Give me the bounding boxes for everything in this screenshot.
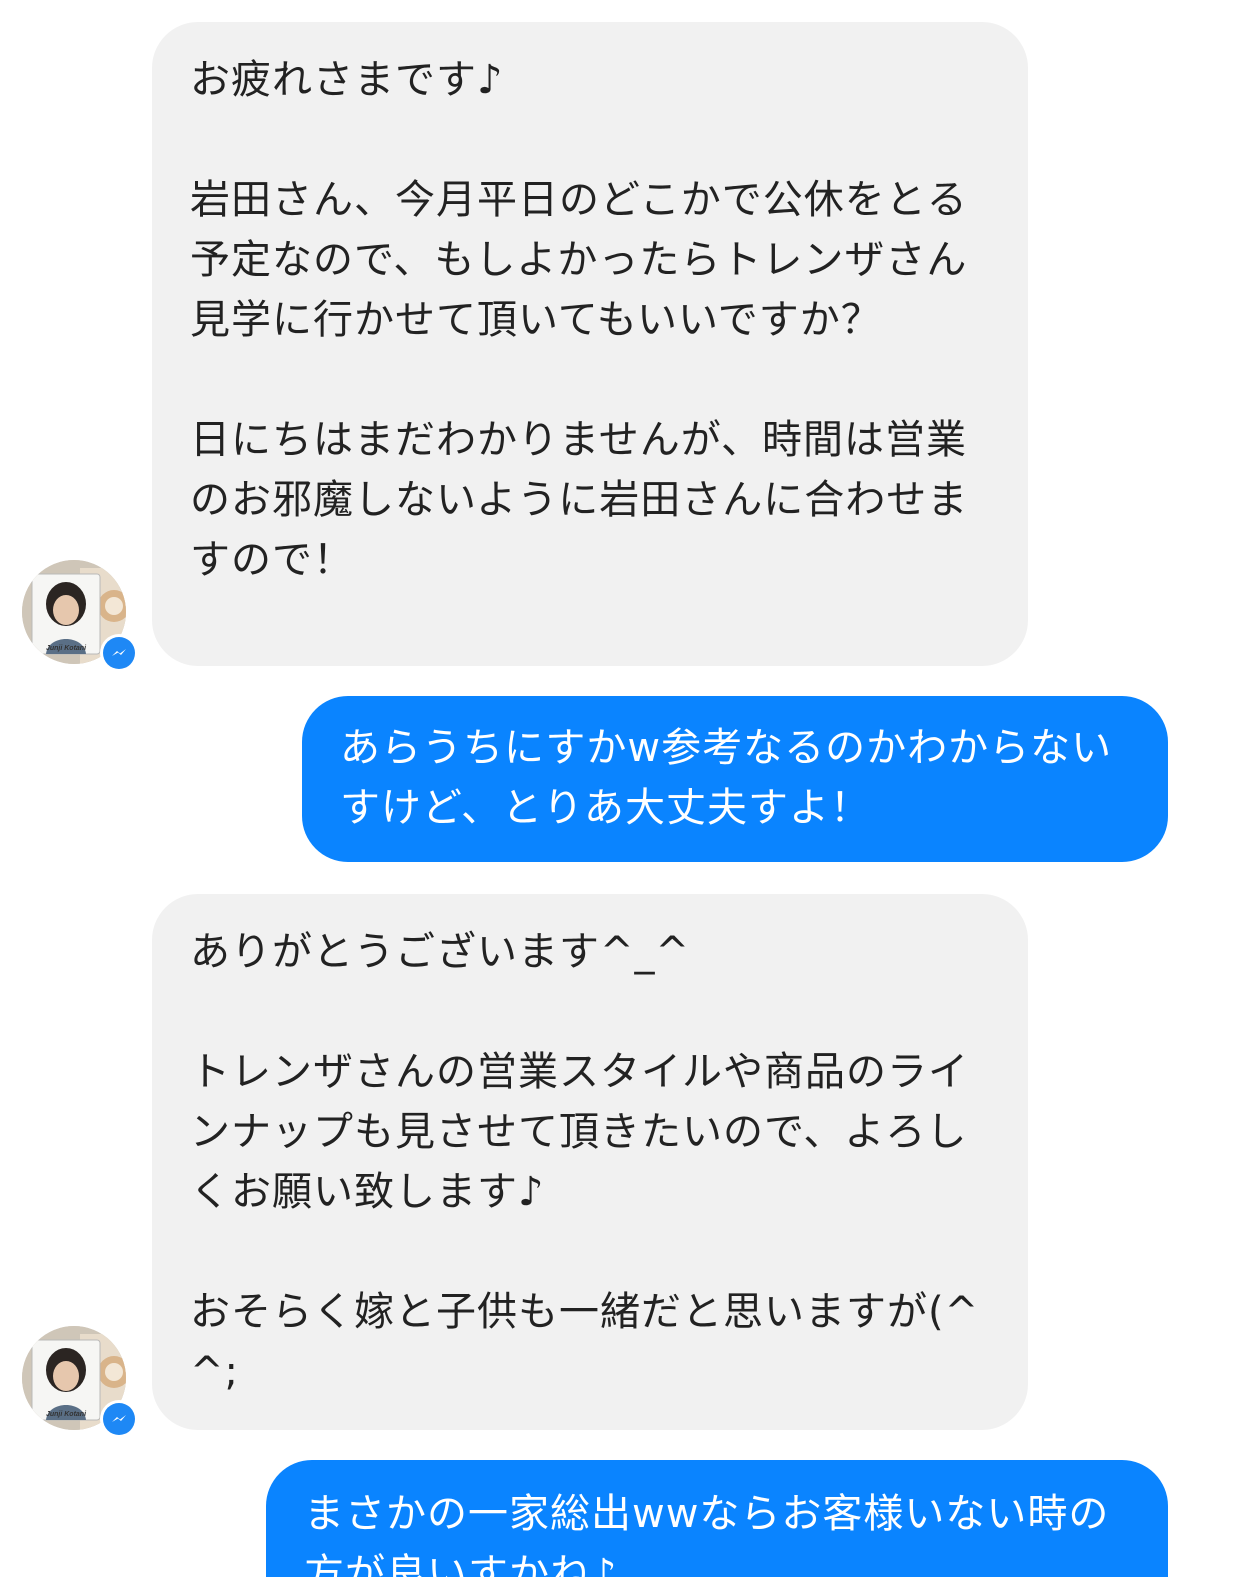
messenger-icon [100, 1400, 138, 1438]
avatar-caption: Junji Kotani [46, 645, 87, 652]
sender-avatar[interactable]: Junji Kotani [22, 1326, 138, 1438]
outgoing-message-bubble[interactable]: あらうちにすかw参考なるのかわからないすけど、とりあ大丈夫すよ！ [302, 696, 1168, 862]
incoming-message-bubble[interactable]: お疲れさまです♪ 岩田さん、今月平日のどこかで公休をとる予定なので、もしよかった… [152, 22, 1028, 666]
messenger-icon [100, 634, 138, 672]
avatar-caption: Junji Kotani [46, 1411, 87, 1418]
outgoing-message-bubble[interactable]: まさかの一家総出wwならお客様いない時の方が良いすかね♪ [266, 1460, 1168, 1577]
incoming-message-bubble[interactable]: ありがとうございます^_^ トレンザさんの営業スタイルや商品のラインナップも見さ… [152, 894, 1028, 1430]
sender-avatar[interactable]: Junji Kotani [22, 560, 138, 672]
